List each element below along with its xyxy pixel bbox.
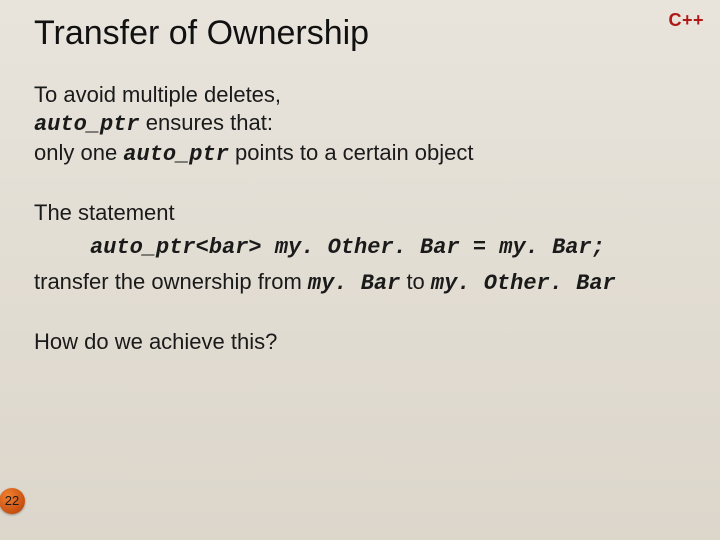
slide-title: Transfer of Ownership [34,14,690,53]
code-inline: my. Bar [308,271,400,296]
code-line: auto_ptr<bar> my. Other. Bar = my. Bar; [90,234,690,262]
page-number-badge: 22 [0,488,25,514]
text: To avoid multiple deletes, [34,82,281,107]
text: points to a certain object [229,140,474,165]
paragraph-1: To avoid multiple deletes, auto_ptr ensu… [34,81,690,169]
code-inline: my. Other. Bar [431,271,616,296]
text: transfer the ownership from [34,269,308,294]
paragraph-3: How do we achieve this? [34,328,690,356]
paragraph-2: The statement auto_ptr<bar> my. Other. B… [34,199,690,297]
slide: C++ Transfer of Ownership To avoid multi… [0,0,720,540]
cpp-badge: C++ [668,10,704,31]
text: ensures that: [140,110,273,135]
code-inline: auto_ptr [34,112,140,137]
text: only one [34,140,123,165]
text: The statement [34,200,175,225]
code-inline: auto_ptr [123,142,229,167]
text: to [400,269,431,294]
slide-body: To avoid multiple deletes, auto_ptr ensu… [34,81,690,356]
text: How do we achieve this? [34,329,277,354]
